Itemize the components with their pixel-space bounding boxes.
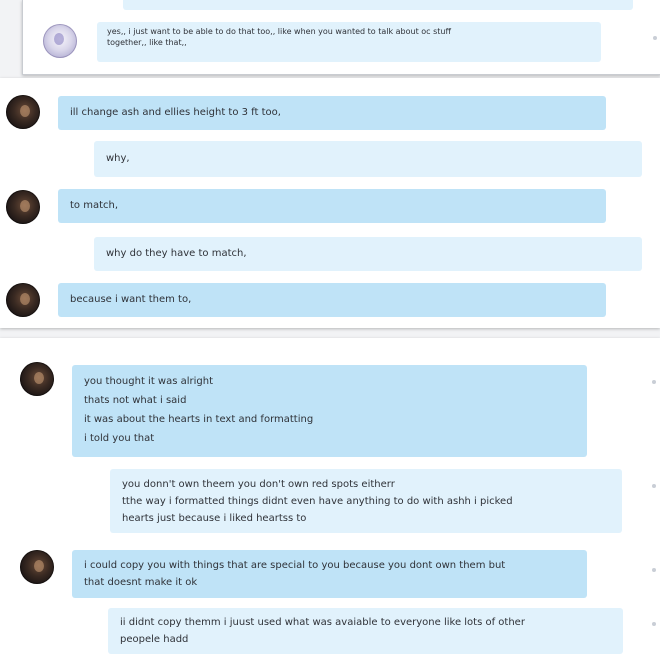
- message-bubble: ii didnt copy themm i juust used what wa…: [108, 608, 623, 654]
- previous-message-bubble: [123, 0, 633, 10]
- message-text-line: i told you that: [84, 433, 155, 444]
- message-bubble: why do they have to match,: [94, 237, 642, 271]
- avatar[interactable]: [20, 550, 54, 584]
- chat-panel-bottom: you thought it was alright thats not wha…: [0, 338, 660, 655]
- message-options-icon[interactable]: [653, 36, 657, 40]
- message-text: why,: [106, 153, 130, 164]
- message-text-line: that doesnt make it ok: [84, 577, 198, 588]
- message-bubble: yes,, i just want to be able to do that …: [97, 22, 601, 62]
- message-bubble: because i want them to,: [58, 283, 606, 317]
- message-bubble: you donn't own theem you don't own red s…: [110, 469, 622, 533]
- message-text: ill change ash and ellies height to 3 ft…: [70, 107, 281, 118]
- message-text-line: together,, like that,,: [107, 38, 187, 47]
- message-bubble: i could copy you with things that are sp…: [72, 550, 587, 598]
- message-text-line: thats not what i said: [84, 395, 187, 406]
- avatar[interactable]: [43, 24, 77, 58]
- message-options-icon[interactable]: [652, 380, 656, 384]
- message-bubble: ill change ash and ellies height to 3 ft…: [58, 96, 606, 130]
- message-text-line: you donn't own theem you don't own red s…: [122, 479, 395, 490]
- message-options-icon[interactable]: [652, 568, 656, 572]
- message-text: why do they have to match,: [106, 248, 247, 259]
- message-bubble: to match,: [58, 189, 606, 223]
- message-text-line: tthe way i formatted things didnt even h…: [122, 496, 513, 507]
- message-bubble: you thought it was alright thats not wha…: [72, 365, 587, 457]
- avatar[interactable]: [20, 362, 54, 396]
- message-text-line: you thought it was alright: [84, 376, 214, 387]
- message-text-line: yes,, i just want to be able to do that …: [107, 27, 451, 36]
- message-bubble: why,: [94, 141, 642, 177]
- message-text: because i want them to,: [70, 294, 192, 305]
- message-text-line: hearts just because i liked heartss to: [122, 513, 307, 524]
- avatar[interactable]: [6, 95, 40, 129]
- message-text: to match,: [70, 200, 119, 211]
- avatar[interactable]: [6, 190, 40, 224]
- chat-panel-top: yes,, i just want to be able to do that …: [22, 0, 660, 75]
- avatar[interactable]: [6, 283, 40, 317]
- message-text-line: ii didnt copy themm i juust used what wa…: [120, 617, 525, 628]
- message-options-icon[interactable]: [652, 622, 656, 626]
- chat-panel-middle: ill change ash and ellies height to 3 ft…: [0, 78, 660, 328]
- message-options-icon[interactable]: [652, 484, 656, 488]
- message-text-line: i could copy you with things that are sp…: [84, 560, 506, 571]
- message-text-line: it was about the hearts in text and form…: [84, 414, 314, 425]
- message-text-line: peopele hadd: [120, 634, 189, 645]
